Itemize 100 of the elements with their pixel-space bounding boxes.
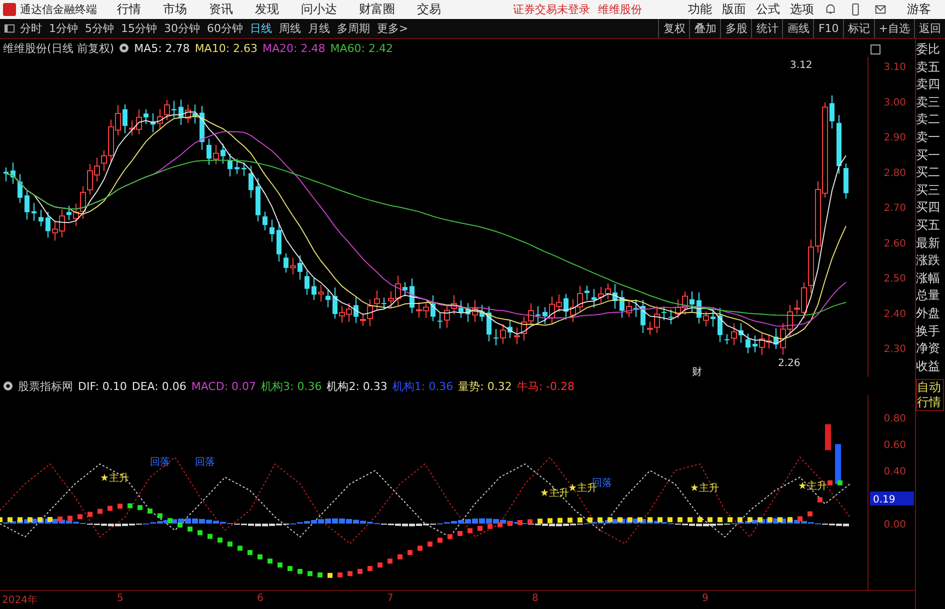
rise-signal-label: ★主升 [540, 488, 569, 499]
more-button[interactable]: 更多> [377, 21, 408, 36]
menu-item[interactable]: 功能 [688, 1, 712, 18]
price-axis-label: 2.80 [884, 168, 906, 179]
tool-button[interactable]: F10 [813, 19, 843, 38]
tool-button[interactable]: 统计 [751, 19, 782, 38]
menu-item[interactable]: 财富圈 [359, 1, 395, 18]
menu-item[interactable]: 版面 [722, 1, 746, 18]
rise-signal-label: ★主升 [100, 473, 129, 484]
quote-tab[interactable]: 委比 [916, 41, 945, 59]
event-marker: 财 [692, 367, 702, 378]
date-axis-label: 5 [117, 593, 124, 604]
fall-signal-label: 回落 [195, 457, 215, 468]
quote-tab[interactable]: 卖一 [916, 128, 945, 147]
quote-tab[interactable]: 净资 [916, 340, 945, 358]
price-axis-label: 3.10 [884, 62, 906, 73]
period-tab[interactable]: 日线 [250, 21, 272, 36]
menu-item[interactable]: 行情 [117, 1, 141, 18]
indicator-title: 股票指标网 [18, 378, 73, 394]
auto-quote-button[interactable]: 自动行情 [916, 379, 944, 412]
menu-item[interactable]: 资讯 [209, 1, 233, 18]
period-tab[interactable]: 60分钟 [207, 21, 243, 36]
tool-button[interactable]: 复权 [658, 19, 690, 38]
indicator-value: MACD: 0.07 [191, 380, 256, 392]
chart-title: 维维股份(日线 前复权) [3, 40, 114, 56]
quote-tab[interactable]: 卖二 [916, 111, 945, 129]
date-axis-label: 2024年 [2, 594, 38, 607]
settings-icon[interactable] [3, 381, 13, 391]
quote-tab[interactable]: 卖四 [916, 76, 945, 94]
indicator-value: 机构2: 0.33 [326, 378, 388, 394]
tool-button[interactable]: 多股 [720, 19, 752, 38]
expand-icon[interactable] [870, 44, 880, 54]
date-axis-label: 8 [532, 593, 538, 604]
period-tab[interactable]: 多周期 [337, 21, 370, 36]
menu-item[interactable]: 交易 [417, 1, 441, 18]
logo-icon [3, 3, 16, 16]
quote-tab[interactable]: 卖三 [916, 94, 945, 112]
price-axis-label: 2.60 [884, 238, 906, 250]
panel-toggle-icon[interactable] [4, 23, 15, 34]
price-axis-label: 2.30 [884, 344, 906, 355]
quote-tab[interactable]: 最新 [916, 234, 945, 252]
user-label[interactable]: 游客 [907, 1, 931, 18]
indicator-axis-label: 0.60 [884, 440, 906, 452]
quote-tab[interactable]: 买三 [916, 182, 945, 200]
price-axis-label: 2.50 [884, 274, 906, 284]
indicator-value: DEA: 0.06 [132, 380, 186, 392]
ma-value: MA10: 2.63 [194, 42, 258, 54]
quote-tab[interactable]: 总量 [916, 287, 945, 305]
price-axis-label: 2.90 [884, 132, 906, 144]
tool-button[interactable]: 画线 [782, 19, 814, 38]
period-tab[interactable]: 1分钟 [49, 21, 78, 36]
date-axis-label: 9 [702, 593, 708, 604]
price-axis-label: 3.00 [884, 97, 906, 108]
menu-item[interactable]: 市场 [163, 1, 187, 18]
bell-icon[interactable] [824, 3, 837, 16]
period-tab[interactable]: 30分钟 [164, 21, 200, 36]
notice-link[interactable]: 证券交易未登录 [513, 2, 590, 17]
period-tab[interactable]: 5分钟 [85, 21, 114, 36]
indicator-value: 机构1: 0.36 [392, 378, 454, 394]
period-tab[interactable]: 周线 [279, 21, 301, 36]
quote-tab[interactable]: 收益 [916, 358, 945, 376]
date-axis-label: 6 [257, 593, 264, 604]
quote-tab[interactable]: 涨幅 [916, 270, 945, 288]
fall-signal-label: 回落 [150, 457, 170, 468]
tool-button[interactable]: 叠加 [689, 19, 720, 38]
mail-icon[interactable] [874, 3, 887, 16]
menu-item[interactable]: 问小达 [301, 1, 337, 18]
quote-tab[interactable]: 涨跌 [916, 252, 945, 270]
rise-signal-label: ★主升 [798, 481, 827, 492]
tool-button[interactable]: 返回 [914, 19, 945, 38]
tool-button[interactable]: +自选 [874, 19, 914, 38]
ma-value: MA20: 2.48 [262, 42, 326, 54]
quote-tab[interactable]: 换手 [916, 322, 945, 340]
quote-tab[interactable]: 买五 [916, 216, 945, 235]
menu-item[interactable]: 选项 [790, 1, 814, 18]
price-axis-label: 2.40 [884, 308, 906, 320]
settings-icon[interactable] [119, 43, 130, 53]
indicator-value: 机构3: 0.36 [261, 378, 322, 394]
menu-item[interactable]: 发现 [255, 1, 279, 18]
menu-item[interactable]: 公式 [756, 1, 780, 18]
ma-value: MA5: 2.78 [134, 42, 190, 54]
quote-tab[interactable]: 买二 [916, 164, 945, 182]
date-axis-label: 7 [387, 593, 394, 604]
indicator-value: DIF: 0.10 [78, 380, 127, 392]
indicator-value: 牛马: -0.28 [516, 378, 574, 394]
notice-link[interactable]: 维维股份 [598, 2, 642, 17]
tool-button[interactable]: 标记 [842, 19, 874, 38]
current-value-badge: 0.19 [870, 491, 914, 506]
quote-tab[interactable]: 卖五 [916, 58, 945, 76]
app-title: 通达信金融终端 [20, 2, 97, 17]
quote-tab[interactable]: 买一 [916, 146, 945, 164]
period-tab[interactable]: 15分钟 [121, 21, 157, 36]
price-axis-label: 2.70 [884, 203, 906, 214]
quote-tab[interactable]: 买四 [916, 199, 945, 217]
period-tab[interactable]: 分时 [20, 21, 42, 36]
low-price-label: 2.26 [778, 358, 800, 369]
indicator-axis-label: 0.00 [884, 520, 906, 531]
quote-tab[interactable]: 外盘 [916, 304, 945, 322]
indicator-axis-label: 0.40 [884, 466, 906, 478]
period-tab[interactable]: 月线 [308, 21, 330, 36]
